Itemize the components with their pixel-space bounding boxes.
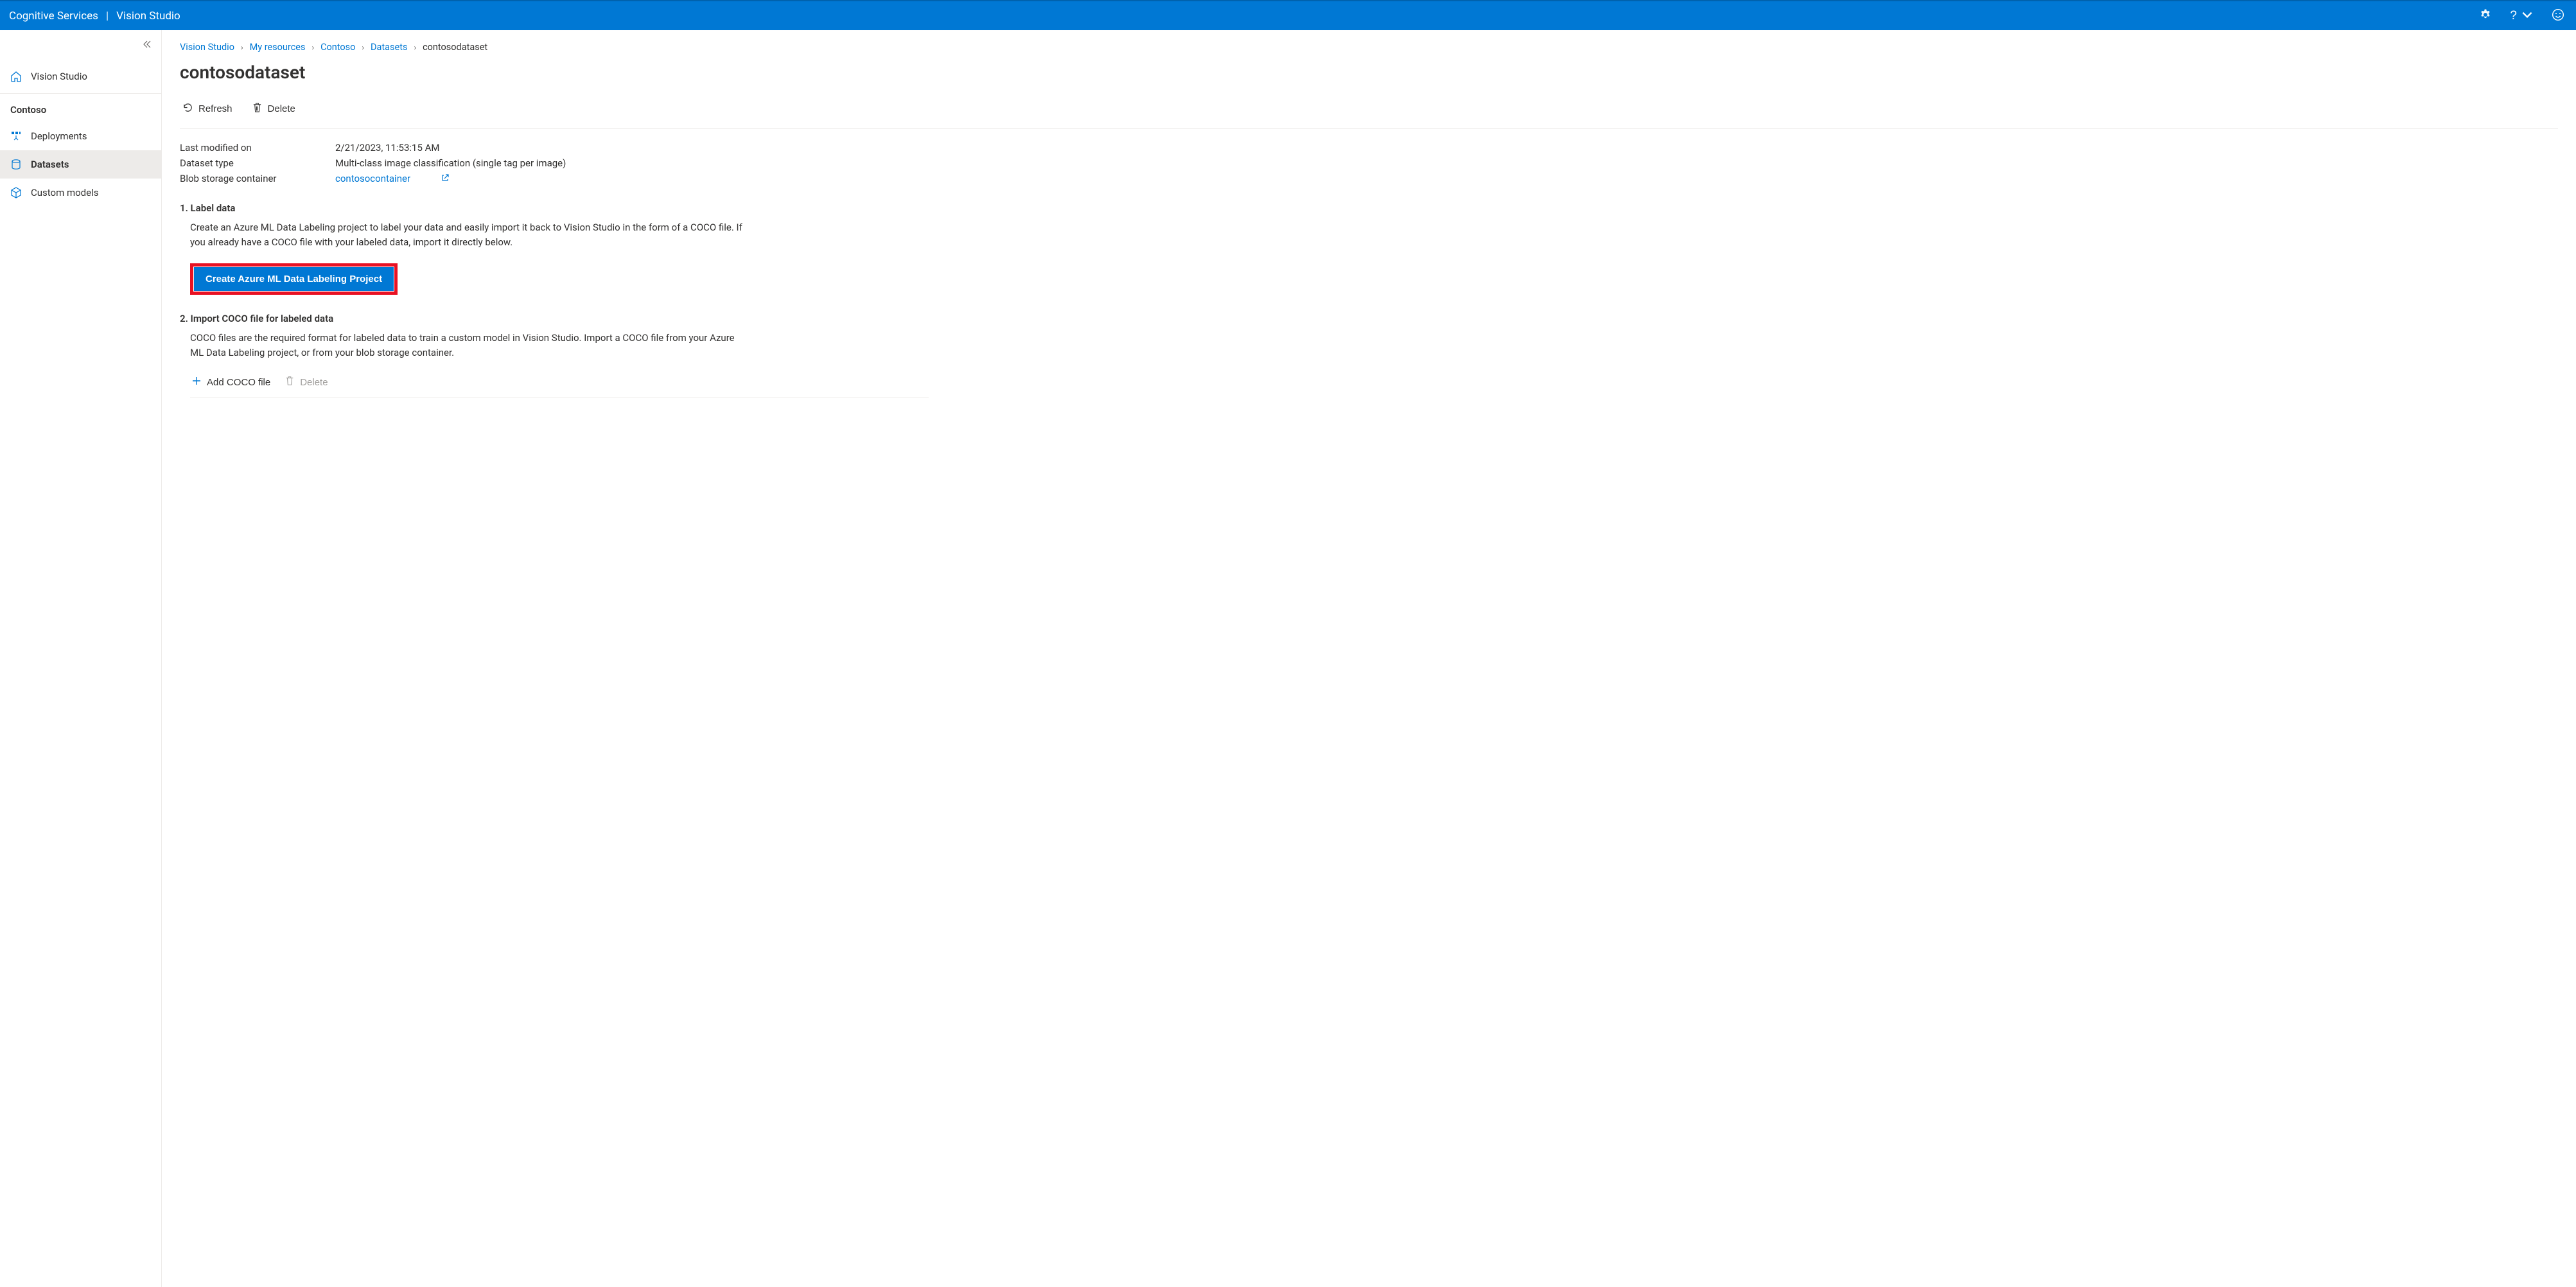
coco-toolbar: Add COCO file Delete — [190, 373, 929, 398]
refresh-icon — [182, 102, 193, 116]
meta-row-dataset-type: Dataset type Multi-class image classific… — [180, 157, 2576, 169]
trash-icon — [252, 102, 263, 116]
breadcrumb: Vision Studio › My resources › Contoso ›… — [180, 42, 2576, 53]
feedback-button[interactable] — [2549, 6, 2567, 26]
collapse-sidebar-button[interactable] — [142, 39, 152, 51]
add-coco-file-button[interactable]: Add COCO file — [190, 373, 272, 391]
trash-icon — [285, 376, 295, 389]
page-toolbar: Refresh Delete — [180, 94, 2558, 129]
blob-container-link-text: contosocontainer — [335, 173, 410, 184]
sidebar-resource-heading: Contoso — [0, 96, 161, 122]
chevron-right-icon: › — [241, 43, 243, 52]
breadcrumb-link-datasets[interactable]: Datasets — [371, 42, 407, 53]
main-content: Vision Studio › My resources › Contoso ›… — [162, 30, 2576, 1287]
plus-icon — [191, 376, 202, 389]
add-coco-label: Add COCO file — [207, 377, 270, 388]
top-bar: Cognitive Services | Vision Studio ? — [0, 0, 2576, 30]
top-bar-title-group: Cognitive Services | Vision Studio — [9, 10, 180, 22]
create-azure-ml-project-button[interactable]: Create Azure ML Data Labeling Project — [194, 267, 394, 291]
external-link-icon — [441, 173, 449, 184]
datasets-icon — [10, 159, 22, 170]
top-bar-actions: ? — [2476, 6, 2567, 26]
topbar-divider: | — [106, 10, 109, 22]
product-name: Vision Studio — [116, 10, 180, 22]
help-icon: ? — [2510, 9, 2517, 23]
section-title-import-coco: 2. Import COCO file for labeled data — [180, 313, 2576, 324]
breadcrumb-link-my-resources[interactable]: My resources — [250, 42, 306, 53]
breadcrumb-current: contosodataset — [423, 42, 487, 53]
meta-label: Blob storage container — [180, 173, 335, 184]
deployments-icon — [10, 130, 22, 142]
chevron-right-icon: › — [311, 43, 314, 52]
settings-button[interactable] — [2476, 6, 2494, 26]
smiley-icon — [2552, 8, 2564, 23]
meta-label: Last modified on — [180, 142, 335, 153]
chevron-down-icon — [2521, 8, 2534, 23]
meta-value: 2/21/2023, 11:53:15 AM — [335, 142, 440, 153]
dataset-meta: Last modified on 2/21/2023, 11:53:15 AM … — [180, 142, 2576, 184]
refresh-label: Refresh — [198, 103, 232, 114]
sidebar-item-label: Custom models — [31, 187, 98, 198]
breadcrumb-link-vision-studio[interactable]: Vision Studio — [180, 42, 234, 53]
section-body-label-data: Create an Azure ML Data Labeling project… — [190, 220, 749, 250]
breadcrumb-link-contoso[interactable]: Contoso — [320, 42, 355, 53]
sidebar-home-label: Vision Studio — [31, 71, 87, 82]
help-button[interactable]: ? — [2507, 6, 2536, 26]
page-title: contosodataset — [180, 62, 2576, 83]
sidebar-item-datasets[interactable]: Datasets — [0, 150, 161, 179]
section-title-label-data: 1. Label data — [180, 202, 2576, 214]
sidebar-item-label: Deployments — [31, 130, 87, 142]
chevron-double-left-icon — [142, 42, 152, 51]
chevron-right-icon: › — [414, 43, 416, 52]
sidebar-item-deployments[interactable]: Deployments — [0, 122, 161, 150]
sidebar-home[interactable]: Vision Studio — [0, 62, 161, 91]
home-icon — [10, 71, 22, 82]
sidebar-item-custom-models[interactable]: Custom models — [0, 179, 161, 207]
refresh-button[interactable]: Refresh — [180, 100, 235, 118]
meta-value: Multi-class image classification (single… — [335, 157, 566, 169]
chevron-right-icon: › — [362, 43, 364, 52]
delete-coco-label: Delete — [300, 377, 328, 388]
blob-container-link[interactable]: contosocontainer — [335, 173, 449, 184]
meta-row-blob-container: Blob storage container contosocontainer — [180, 173, 2576, 184]
delete-button[interactable]: Delete — [249, 100, 298, 118]
custom-models-icon — [10, 187, 22, 198]
delete-label: Delete — [268, 103, 295, 114]
meta-row-last-modified: Last modified on 2/21/2023, 11:53:15 AM — [180, 142, 2576, 153]
section-body-import-coco: COCO files are the required format for l… — [190, 331, 749, 361]
service-name: Cognitive Services — [9, 10, 98, 22]
gear-icon — [2479, 8, 2492, 23]
delete-coco-file-button[interactable]: Delete — [283, 373, 329, 391]
meta-label: Dataset type — [180, 157, 335, 169]
sidebar-divider — [0, 93, 161, 94]
sidebar: Vision Studio Contoso Deployments Datase… — [0, 30, 162, 1287]
sidebar-item-label: Datasets — [31, 159, 69, 170]
highlighted-annotation: Create Azure ML Data Labeling Project — [190, 263, 398, 295]
